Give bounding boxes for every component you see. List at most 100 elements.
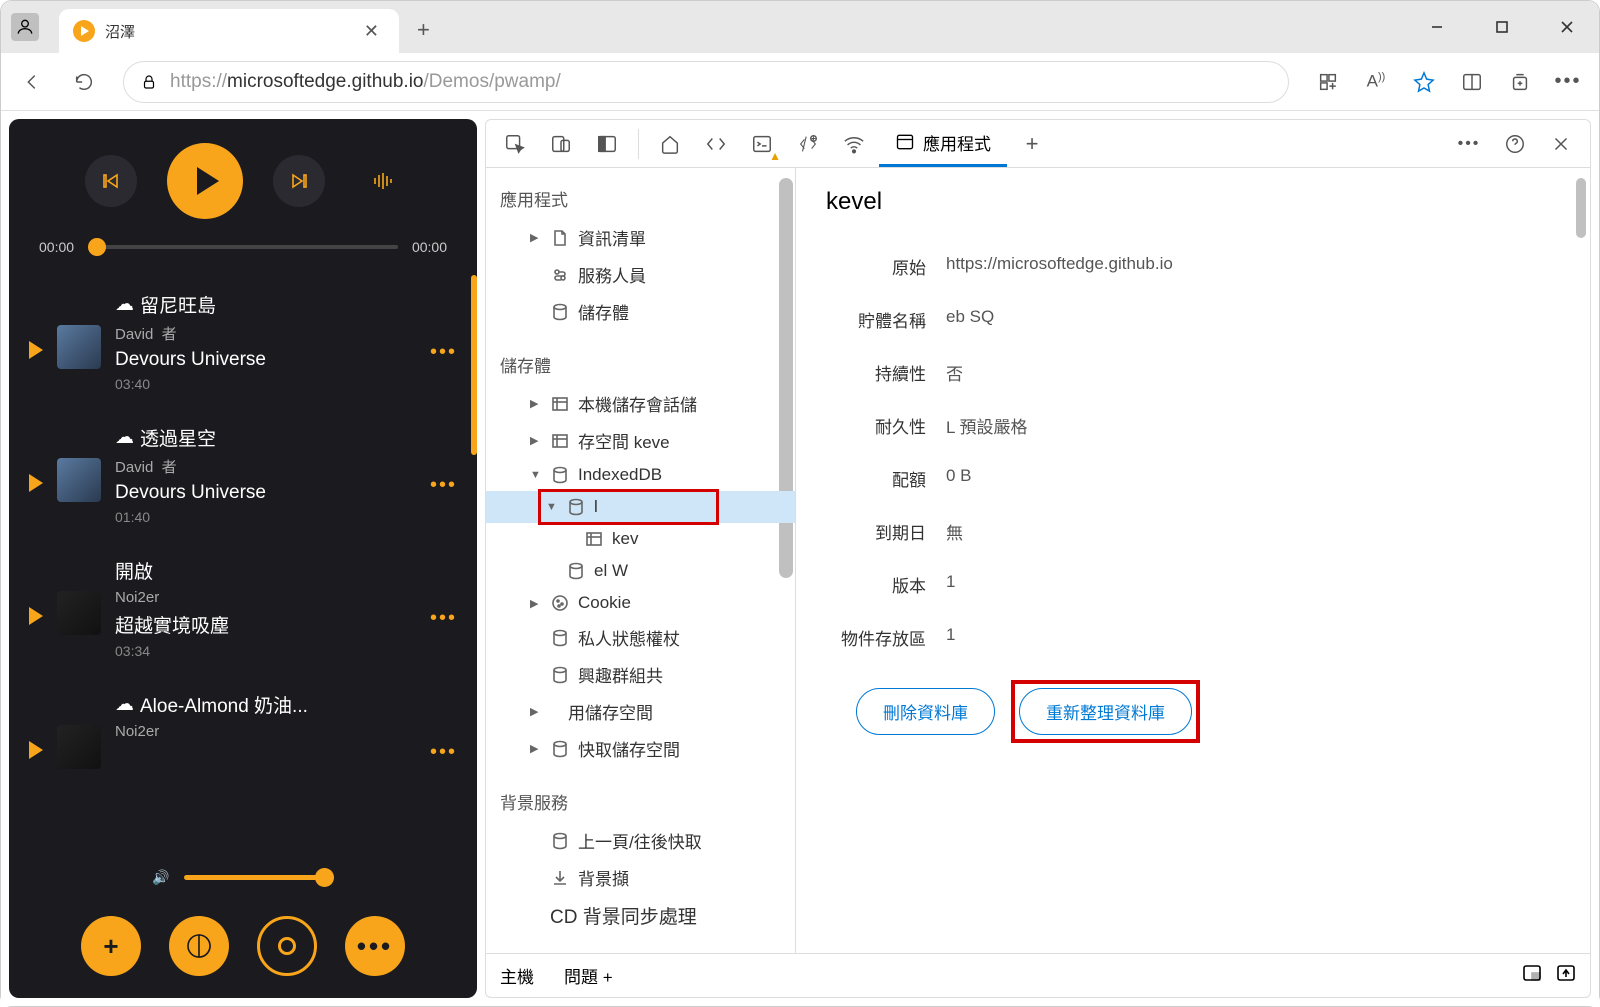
sidebar-item-cache-storage[interactable]: 快取儲存空間: [486, 730, 795, 767]
sidebar-item-interest-groups[interactable]: 興趣群組共: [486, 656, 795, 693]
dock-side-button[interactable]: [586, 123, 628, 165]
window-titlebar: 沼澤 ✕ +: [1, 1, 1599, 53]
track-play-button[interactable]: [29, 741, 43, 759]
track-artwork: [57, 458, 101, 502]
track-item[interactable]: ☁留尼旺島 David 者 Devours Universe 03:40 •••: [19, 275, 467, 408]
elements-tab-button[interactable]: [695, 123, 737, 165]
sidebar-item-el-w[interactable]: el W: [486, 555, 795, 587]
network-tab-button[interactable]: [833, 123, 875, 165]
welcome-tab-button[interactable]: [649, 123, 691, 165]
address-bar[interactable]: https://microsoftedge.github.io/Demos/pw…: [123, 61, 1289, 103]
detail-value: 無: [946, 519, 963, 544]
detail-value: eb SQ: [946, 307, 994, 332]
track-more-button[interactable]: •••: [430, 607, 457, 630]
cloud-icon: ☁: [115, 693, 134, 716]
sidebar-item-cookies[interactable]: Cookie: [486, 587, 795, 619]
track-album: ☁Aloe-Almond 奶油...: [115, 691, 416, 718]
favorite-button[interactable]: [1403, 61, 1445, 103]
track-play-button[interactable]: [29, 474, 43, 492]
sidebar-item-local-storage[interactable]: 本機儲存會話儲: [486, 385, 795, 422]
console-tab-button[interactable]: ▲: [741, 123, 783, 165]
detail-key: 貯體名稱: [826, 307, 946, 332]
devtools-body: 應用程式 資訊清單 服務人員 儲存體 儲存體 本機儲存會話儲 存空間 keve …: [486, 168, 1590, 953]
detail-key: 原始: [826, 254, 946, 279]
refresh-database-button[interactable]: 重新整理資料庫: [1019, 688, 1192, 735]
visualizer-icon[interactable]: [365, 163, 401, 199]
sidebar-item-bfcache[interactable]: 上一頁/往後快取: [486, 822, 795, 859]
detail-value: 0 B: [946, 466, 972, 491]
tab-close-button[interactable]: ✕: [358, 21, 385, 42]
track-item[interactable]: ☁Aloe-Almond 奶油... Noi2er •••: [19, 675, 467, 785]
detail-row: 貯體名稱eb SQ: [826, 293, 1560, 346]
sidebar-item-kev[interactable]: kev: [486, 523, 795, 555]
sidebar-item-session-storage[interactable]: 存空間 keve: [486, 422, 795, 459]
split-screen-button[interactable]: [1451, 61, 1493, 103]
devtools-close-button[interactable]: [1540, 123, 1582, 165]
sidebar-item-indexeddb[interactable]: IndexedDB: [486, 459, 795, 491]
close-window-button[interactable]: [1534, 1, 1599, 53]
footer-main[interactable]: 主機: [500, 963, 534, 988]
add-tab-button[interactable]: +: [1011, 123, 1053, 165]
extensions-button[interactable]: [1307, 61, 1349, 103]
detail-row: 配額0 B: [826, 452, 1560, 505]
application-tab[interactable]: 應用程式: [879, 121, 1007, 167]
sidebar-item-bg-sync[interactable]: CD 背景同步處理: [486, 896, 795, 935]
track-album: ☁透過星空: [115, 424, 416, 451]
settings-menu-button[interactable]: •••: [1547, 61, 1589, 103]
device-toggle-button[interactable]: [540, 123, 582, 165]
track-more-button[interactable]: •••: [430, 341, 457, 364]
track-item[interactable]: 開啟 Noi2er 超越實境吸塵 03:34 •••: [19, 541, 467, 675]
detail-row: 到期日無: [826, 505, 1560, 558]
playlist-scrollbar[interactable]: [471, 275, 477, 455]
volume-row: 🔊: [9, 861, 477, 900]
maximize-button[interactable]: [1469, 1, 1534, 53]
volume-slider[interactable]: [184, 875, 334, 880]
add-button[interactable]: +: [81, 916, 141, 976]
collections-button[interactable]: [1499, 61, 1541, 103]
profile-avatar[interactable]: [11, 13, 39, 41]
sidebar-item-manifest[interactable]: 資訊清單: [486, 219, 795, 256]
track-more-button[interactable]: •••: [430, 741, 457, 764]
footer-expand-icon[interactable]: [1556, 964, 1576, 987]
track-more-button[interactable]: •••: [430, 474, 457, 497]
help-button[interactable]: [1494, 123, 1536, 165]
inspect-button[interactable]: [494, 123, 536, 165]
track-play-button[interactable]: [29, 341, 43, 359]
track-play-button[interactable]: [29, 607, 43, 625]
browser-tab[interactable]: 沼澤 ✕: [59, 9, 399, 53]
devtools-sidebar: 應用程式 資訊清單 服務人員 儲存體 儲存體 本機儲存會話儲 存空間 keve …: [486, 168, 796, 953]
play-button[interactable]: [167, 143, 243, 219]
new-tab-button[interactable]: +: [399, 17, 448, 43]
track-item[interactable]: ☁透過星空 David 者 Devours Universe 01:40 •••: [19, 408, 467, 541]
read-aloud-button[interactable]: A)): [1355, 61, 1397, 103]
sidebar-item-db-l[interactable]: l: [486, 491, 795, 523]
prev-track-button[interactable]: [85, 155, 137, 207]
sidebar-item-bg-fetch[interactable]: 背景擷: [486, 859, 795, 896]
cloud-icon: ☁: [115, 293, 134, 316]
more-button[interactable]: •••: [345, 916, 405, 976]
minimize-button[interactable]: [1404, 1, 1469, 53]
sidebar-item-usage-storage[interactable]: 用儲存空間: [486, 693, 795, 730]
devtools-more-button[interactable]: •••: [1448, 123, 1490, 165]
main-scrollbar[interactable]: [1576, 178, 1586, 238]
bottom-actions: + •••: [9, 900, 477, 998]
sources-tab-button[interactable]: [787, 123, 829, 165]
detail-key: 到期日: [826, 519, 946, 544]
footer-problems[interactable]: 問題 +: [564, 963, 613, 988]
footer-dock-icon[interactable]: [1522, 964, 1542, 987]
track-title: Devours Universe: [115, 349, 416, 371]
sidebar-item-service-workers[interactable]: 服務人員: [486, 256, 795, 293]
volume-icon[interactable]: 🔊: [152, 869, 169, 886]
sidebar-item-private-state[interactable]: 私人狀態權杖: [486, 619, 795, 656]
sidebar-item-storage[interactable]: 儲存體: [486, 293, 795, 330]
progress-slider[interactable]: [88, 245, 398, 249]
record-button[interactable]: [257, 916, 317, 976]
theme-button[interactable]: [169, 916, 229, 976]
next-track-button[interactable]: [273, 155, 325, 207]
refresh-button[interactable]: [63, 61, 105, 103]
progress-row: 00:00 00:00: [9, 233, 477, 275]
music-player-panel: 00:00 00:00 ☁留尼旺島 David 者 Devours Univer…: [9, 119, 477, 998]
detail-key: 版本: [826, 572, 946, 597]
delete-database-button[interactable]: 刪除資料庫: [856, 688, 995, 735]
back-button[interactable]: [11, 61, 53, 103]
